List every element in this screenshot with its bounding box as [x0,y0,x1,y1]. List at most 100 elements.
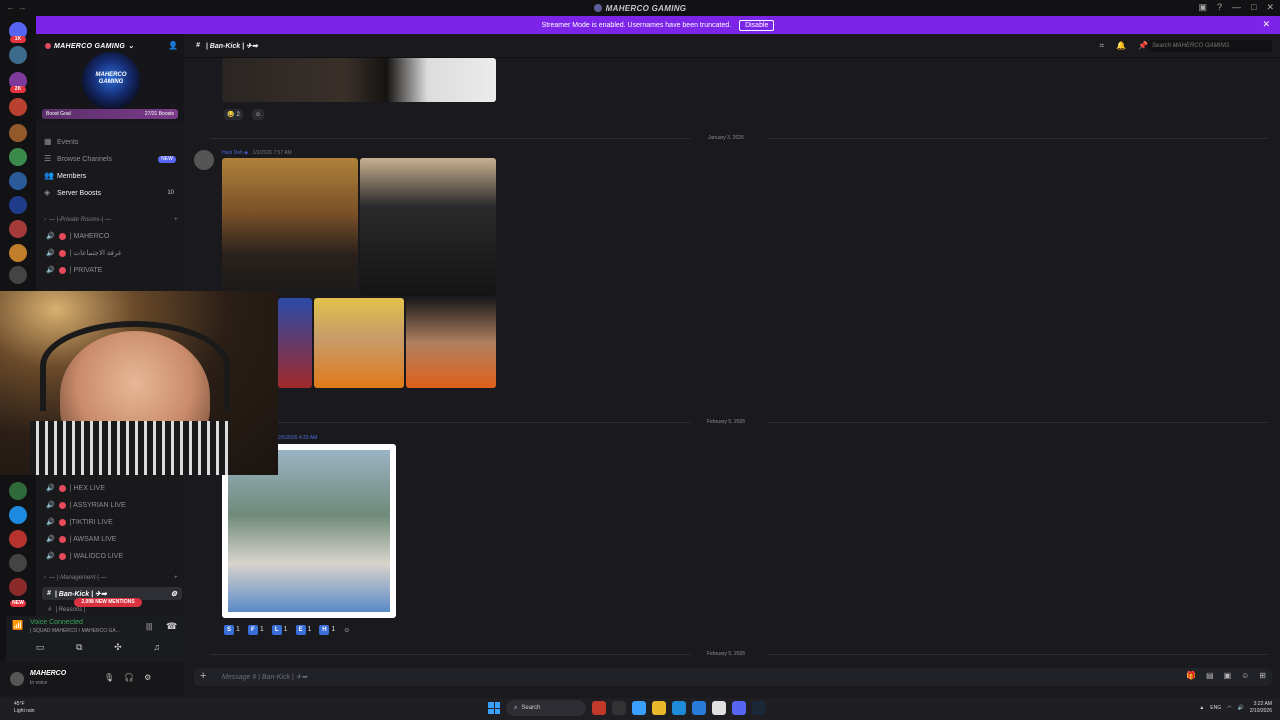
discord-icon[interactable] [732,701,746,715]
message-input[interactable]: Message # | Ban-Kick | ✈➡ [222,673,307,681]
mic-icon[interactable]: 🎙 [104,673,114,682]
voice-channel-name[interactable]: | SQUAD MAHERCO / MAHERCO GA... [30,628,120,634]
steam-icon[interactable] [752,701,766,715]
clock[interactable]: 3:22 AM 2/10/2026 [1250,701,1272,715]
settings-icon[interactable]: ⚙ [171,590,177,598]
message-image[interactable] [406,298,496,388]
volume-icon[interactable]: 🔊 [1238,705,1244,711]
app-icon[interactable] [592,701,606,715]
avatar[interactable] [194,150,214,170]
lang-indicator[interactable]: ENG [1210,705,1221,711]
category-private-rooms[interactable]: › — |-Private Rooms-| — + [44,217,184,223]
windows-start-icon[interactable] [488,702,500,714]
chrome-icon[interactable] [712,701,726,715]
maximize-button[interactable]: □ [1251,2,1256,13]
voice-channel[interactable]: 🔊 |TIKTIRI LIVE [46,515,113,529]
voice-channel[interactable]: 🔊 | ASSYRIAN LIVE [46,498,126,512]
message-image[interactable] [314,298,404,388]
apps-icon[interactable]: ⊞ [1259,671,1266,680]
reaction-button[interactable]: H 1 [319,625,335,635]
new-mentions-pill[interactable]: 2,098 NEW MENTIONS [74,598,142,607]
threads-icon[interactable]: ⌗ [1100,41,1105,51]
server-icon[interactable] [9,530,27,548]
server-icon[interactable] [9,46,27,64]
inbox-icon[interactable]: ▣ [1198,2,1207,13]
gif-icon[interactable]: ▤ [1206,671,1214,680]
headphones-icon[interactable]: 🎧 [124,673,134,682]
weather-widget[interactable]: 45°F Light rain [14,701,35,715]
server-icon[interactable] [9,98,27,116]
emoji-icon[interactable]: ☺ [1241,671,1249,680]
server-name[interactable]: MAHERCO GAMING ⌄ [45,42,134,50]
reaction-button[interactable]: L 1 [271,625,288,635]
voice-channel[interactable]: 🔊 | غرفة الاجتماعات [46,246,122,260]
message-image[interactable] [222,58,496,102]
voice-channel[interactable]: 🔊 | PRIVATE [46,263,102,277]
file-explorer-icon[interactable] [652,701,666,715]
server-icon[interactable] [9,266,27,284]
back-forward-icon[interactable]: ← → [6,2,27,12]
boost-goal-bar[interactable]: Boost Goal 27/31 Boosts [42,109,178,119]
edge-icon[interactable] [672,701,686,715]
close-button[interactable]: ✕ [1266,2,1274,13]
nav-members[interactable]: 👥 Members [44,169,86,183]
server-icon[interactable] [9,244,27,262]
disable-button[interactable]: Disable [739,19,775,31]
nav-browse-channels[interactable]: ☰ Browse Channels NEW [44,152,182,166]
invite-icon[interactable]: 👤 [168,41,178,50]
camera-icon[interactable]: ▭ [36,642,45,653]
gift-icon[interactable]: 🎁 [1186,671,1196,680]
app-icon[interactable] [632,701,646,715]
voice-channel[interactable]: 🔊 | AWSAM LIVE [46,532,116,546]
app-icon[interactable] [612,701,626,715]
activities-icon[interactable]: ✣ [114,642,122,653]
tray-icon[interactable]: ▲ [1199,705,1204,711]
banner-close-icon[interactable]: ✕ [1262,19,1270,30]
pin-icon[interactable]: 📌 [1138,41,1148,51]
message-image[interactable] [222,158,358,296]
message-composer[interactable]: + Message # | Ban-Kick | ✈➡ 🎁 ▤ ▣ ☺ ⊞ [194,668,1272,686]
add-channel-icon[interactable]: + [174,217,178,223]
nav-events[interactable]: ▦ Events [44,135,78,149]
nav-server-boosts[interactable]: ◈ Server Boosts 10 [44,186,182,200]
taskbar-search[interactable]: ⌕ Search [506,700,586,716]
server-icon[interactable] [9,220,27,238]
sticker-icon[interactable]: ▣ [1224,671,1232,680]
server-icon[interactable] [9,196,27,214]
server-icon[interactable] [9,554,27,572]
help-icon[interactable]: ? [1217,2,1222,13]
server-icon[interactable] [9,148,27,166]
attach-icon[interactable]: + [200,670,206,682]
server-icon[interactable] [9,124,27,142]
search-input[interactable]: Search MAHERCO GAMING [1148,40,1272,52]
message-author[interactable]: Hani Deh ◈ 1/3/2026 7:57 AM [222,150,292,156]
reaction-button[interactable]: E 1 [295,625,311,635]
noise-icon[interactable]: ||| [146,622,152,631]
voice-channel[interactable]: 🔊 | WALIDCO LIVE [46,549,123,563]
settings-icon[interactable]: ⚙ [144,673,151,682]
server-icon[interactable] [9,172,27,190]
avatar[interactable] [10,672,24,686]
reaction-button[interactable]: F 1 [247,625,264,635]
soundboard-icon[interactable]: ♫ [153,642,160,653]
server-icon[interactable] [9,482,27,500]
minimize-button[interactable]: — [1232,2,1241,13]
screen-share-icon[interactable]: ⧉ [76,642,82,653]
disconnect-icon[interactable]: ☎ [166,621,177,632]
message-image[interactable] [360,158,496,296]
reaction-button[interactable]: S 1 [224,625,240,635]
server-icon[interactable] [9,578,27,596]
add-reaction-button[interactable]: ☺ [252,109,265,120]
server-icon[interactable] [9,506,27,524]
voice-channel[interactable]: 🔊 | MAHERCO [46,229,109,243]
wifi-icon[interactable]: ◠ [1227,705,1231,711]
notifications-icon[interactable]: 🔔 [1116,41,1126,51]
store-icon[interactable] [692,701,706,715]
add-reaction-icon[interactable]: ☺ [343,627,350,634]
add-channel-icon[interactable]: + [174,575,178,581]
server-header[interactable]: MAHERCO GAMING MAHERCO GAMING ⌄ 👤 Boost … [36,34,184,122]
voice-channel[interactable]: 🔊 | HEX LIVE [46,481,105,495]
username[interactable]: MAHERCO [30,670,66,677]
message-image[interactable] [278,298,312,388]
reaction-button[interactable]: 😂 2 [224,109,243,120]
